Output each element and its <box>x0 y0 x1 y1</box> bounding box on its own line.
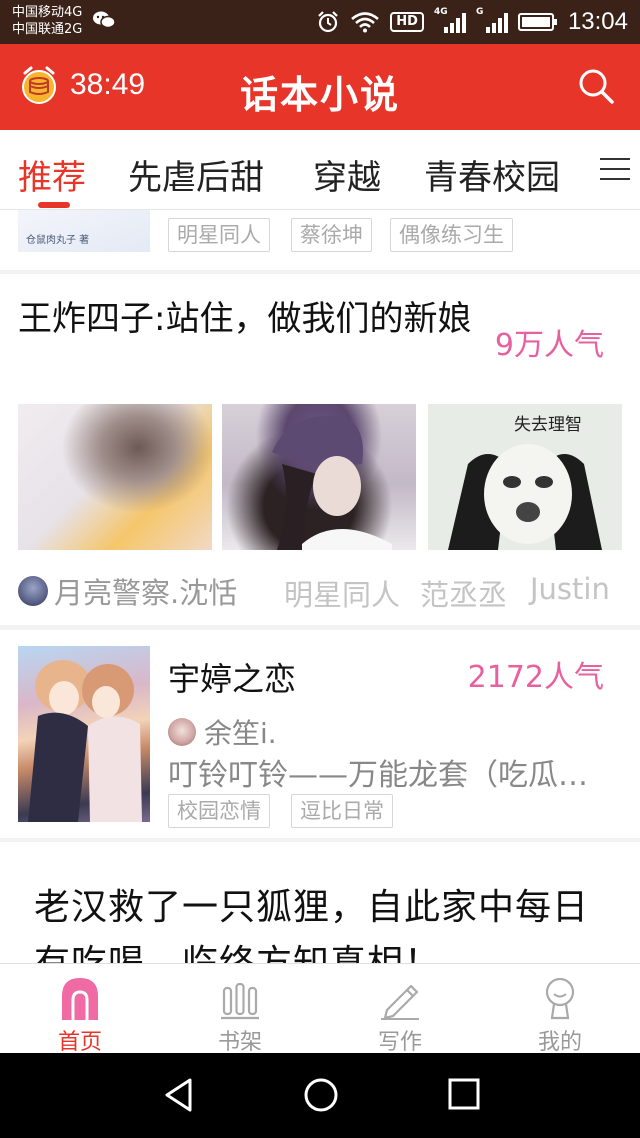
tag[interactable]: 明星同人 <box>168 218 270 252</box>
novel-card-3[interactable]: 宇婷之恋 2172人气 余笙i. 叮铃叮铃——万能龙套（吃瓜群众） 校园恋情 逗… <box>0 630 640 838</box>
tag[interactable]: 逗比日常 <box>291 794 393 828</box>
profile-icon <box>545 977 575 1020</box>
tag[interactable]: 范丞丞 <box>420 572 507 614</box>
signal-icon-1: 4G <box>434 7 466 33</box>
author-name[interactable]: 月亮警察.沈恬 <box>54 570 237 612</box>
nav-bookshelf[interactable]: 书架 <box>180 970 300 1056</box>
nav-label: 首页 <box>57 1030 102 1055</box>
menu-icon[interactable] <box>600 158 630 188</box>
bottom-navigation: 首页 书架 写作 我的 <box>0 963 640 1056</box>
popularity-count: 2172人气 <box>467 660 604 695</box>
nav-label: 书架 <box>217 1030 262 1055</box>
story-image-2[interactable] <box>222 404 416 550</box>
story-image-3[interactable]: 失去理智 <box>428 404 622 550</box>
author-info[interactable]: 月亮警察.沈恬 <box>18 570 237 612</box>
search-icon[interactable] <box>576 66 616 106</box>
author-info[interactable]: 余笙i. <box>168 712 277 752</box>
app-title: 话本小说 <box>239 73 400 117</box>
story-image-1[interactable] <box>18 404 212 550</box>
system-navigation-bar <box>0 1053 640 1138</box>
clock: 13:04 <box>567 8 628 35</box>
anime-cover-graphic <box>28 660 142 822</box>
tab-youth-campus[interactable]: 青春校园 <box>424 150 560 199</box>
tab-recommend[interactable]: 推荐 <box>18 150 86 199</box>
signal-icon-2: G <box>476 7 508 33</box>
nav-write[interactable]: 写作 <box>340 970 460 1056</box>
network-type-2: G <box>475 7 484 17</box>
home-button-icon[interactable] <box>303 1077 339 1113</box>
cover-author-text: 仓鼠肉丸子 著 <box>26 235 90 246</box>
home-icon <box>62 978 98 1020</box>
novel-cover-3[interactable] <box>18 646 150 822</box>
novel-card-2[interactable]: 王炸四子:站住，做我们的新娘 9万人气 失去理智 月亮警察.沈恬 明星同人 范丞… <box>0 274 640 625</box>
hd-badge: HD <box>390 12 424 32</box>
carrier-2: 中国联通2G <box>12 22 83 37</box>
feed-list[interactable]: 仓鼠肉丸子 著 明星同人 蔡徐坤 偶像练习生 王炸四子:站住，做我们的新娘 9万… <box>0 210 640 963</box>
article-title[interactable]: 老汉救了一只狐狸，自此家中每日有吃喝，临终方知真相！ <box>34 880 614 963</box>
nav-home[interactable]: 首页 <box>20 970 140 1056</box>
avatar[interactable] <box>18 576 48 606</box>
battery-icon <box>517 13 557 31</box>
carrier-info: 中国移动4G 中国联通2G <box>12 4 82 38</box>
tag[interactable]: 偶像练习生 <box>390 218 513 252</box>
bookshelf-icon <box>221 982 259 1020</box>
tag[interactable]: Justin <box>530 572 610 606</box>
wechat-icon <box>93 11 116 29</box>
back-icon[interactable] <box>162 1077 196 1113</box>
nav-label: 写作 <box>377 1030 422 1055</box>
recent-apps-icon[interactable] <box>447 1077 481 1111</box>
tag[interactable]: 校园恋情 <box>168 794 270 828</box>
article-card-4[interactable]: 老汉救了一只狐狸，自此家中每日有吃喝，临终方知真相！ <box>0 842 640 963</box>
alarm-icon <box>318 11 339 33</box>
wifi-icon <box>351 12 380 33</box>
novel-summary: 叮铃叮铃——万能龙套（吃瓜群众） <box>168 758 613 793</box>
author-name[interactable]: 余笙i. <box>204 712 277 752</box>
status-bar: 中国移动4G 中国联通2G HD 4G G 13:04 <box>0 0 640 44</box>
active-tab-indicator <box>38 202 70 208</box>
pencil-icon <box>381 984 419 1020</box>
network-type-1: 4G <box>433 7 448 17</box>
carrier-1: 中国移动4G <box>12 5 83 20</box>
tab-time-travel[interactable]: 穿越 <box>313 150 381 199</box>
tag[interactable]: 明星同人 <box>284 572 400 614</box>
avatar[interactable] <box>168 718 196 746</box>
category-tabs: 推荐 先虐后甜 穿越 青春校园 <box>0 130 640 210</box>
cap-graphic <box>272 416 392 550</box>
popularity-count: 9万人气 <box>494 328 604 363</box>
novel-card-1[interactable]: 仓鼠肉丸子 著 明星同人 蔡徐坤 偶像练习生 <box>0 210 640 270</box>
tag[interactable]: 蔡徐坤 <box>291 218 372 252</box>
novel-title[interactable]: 王炸四子:站住，做我们的新娘 <box>18 296 478 342</box>
novel-cover-1[interactable]: 仓鼠肉丸子 著 <box>18 210 150 252</box>
novel-title[interactable]: 宇婷之恋 <box>168 654 296 700</box>
nav-profile[interactable]: 我的 <box>500 970 620 1056</box>
nav-label: 我的 <box>537 1030 582 1055</box>
panda-meme-graphic <box>448 444 602 550</box>
app-header: 38:49 话本小说 <box>0 44 640 130</box>
tab-sweet-after-pain[interactable]: 先虐后甜 <box>128 150 264 199</box>
